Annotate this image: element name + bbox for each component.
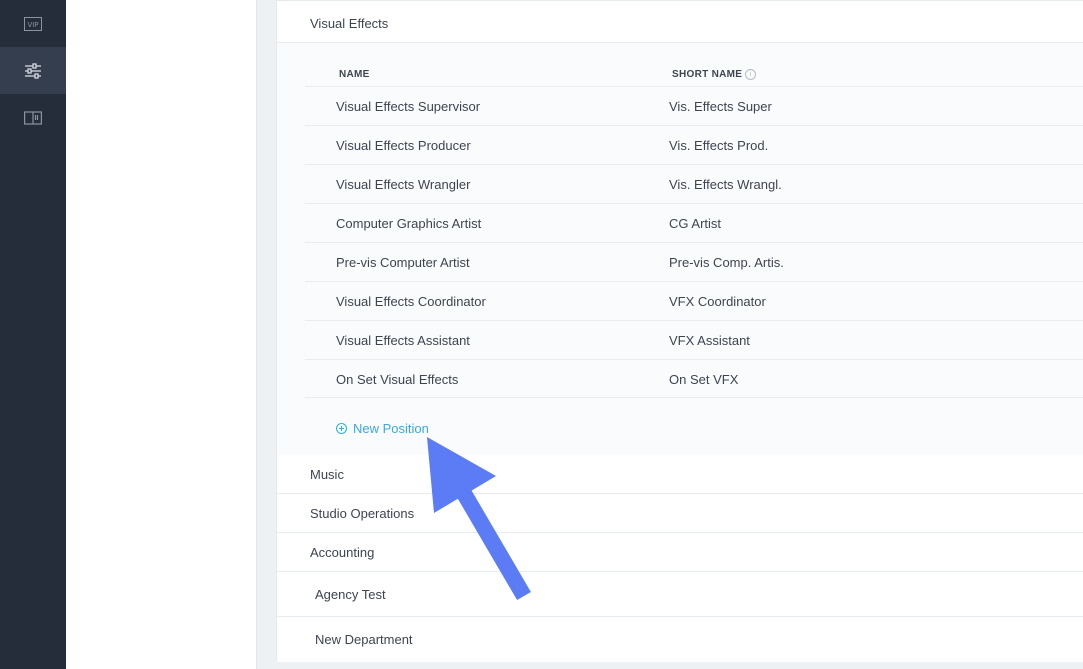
table-row[interactable]: Visual Effects Assistant VFX Assistant <box>305 320 1083 359</box>
department-label: Accounting <box>310 544 375 560</box>
position-short-name: Vis. Effects Super <box>669 99 772 114</box>
column-header-short-name: SHORT NAME i <box>672 69 757 81</box>
vip-badge-icon: VIP <box>24 16 42 31</box>
department-row-agency-test[interactable]: Agency Test <box>277 572 1083 617</box>
sliders-icon <box>25 62 41 79</box>
secondary-panel <box>66 0 257 669</box>
position-name: Visual Effects Coordinator <box>336 294 486 309</box>
book-icon <box>24 110 42 125</box>
position-short-name: Vis. Effects Prod. <box>669 138 769 153</box>
department-row-accounting[interactable]: Accounting <box>277 533 1083 572</box>
table-row[interactable]: On Set Visual Effects On Set VFX <box>305 359 1083 398</box>
position-name: Visual Effects Producer <box>336 138 471 153</box>
vip-badge-text: VIP <box>27 21 38 29</box>
department-row-new-department[interactable]: New Department <box>277 617 1083 662</box>
info-icon[interactable]: i <box>745 69 757 80</box>
position-short-name: CG Artist <box>669 216 722 231</box>
department-label: Studio Operations <box>310 505 415 521</box>
department-label: Music <box>310 466 344 482</box>
table-row[interactable]: Visual Effects Coordinator VFX Coordinat… <box>305 281 1083 320</box>
position-name: Computer Graphics Artist <box>336 216 482 231</box>
new-position-label: New Position <box>353 421 429 436</box>
position-short-name: On Set VFX <box>669 372 739 387</box>
department-row-music[interactable]: Music <box>277 455 1083 494</box>
plus-circle-icon <box>336 423 347 434</box>
position-name: On Set Visual Effects <box>336 372 459 387</box>
departments-card: Visual Effects NAME SHORT NAME i Visual E… <box>276 0 1083 662</box>
table-row[interactable]: Visual Effects Supervisor Vis. Effects S… <box>305 86 1083 125</box>
app-icon-rail: VIP <box>0 0 66 669</box>
position-name: Pre-vis Computer Artist <box>336 255 470 270</box>
position-short-name: Vis. Effects Wrangl. <box>669 177 782 192</box>
table-row[interactable]: Pre-vis Computer Artist Pre-vis Comp. Ar… <box>305 242 1083 281</box>
position-short-name: Pre-vis Comp. Artis. <box>669 255 784 270</box>
rail-item-guide[interactable] <box>0 94 66 141</box>
table-row[interactable]: Visual Effects Producer Vis. Effects Pro… <box>305 125 1083 164</box>
position-name: Visual Effects Supervisor <box>336 99 481 114</box>
position-name: Visual Effects Assistant <box>336 333 470 348</box>
table-row[interactable]: Computer Graphics Artist CG Artist <box>305 203 1083 242</box>
department-row-visual-effects[interactable]: Visual Effects <box>277 4 1083 43</box>
rail-item-settings[interactable] <box>0 47 66 94</box>
department-label: Agency Test <box>315 586 386 602</box>
column-header-short-name-label: SHORT NAME <box>672 69 743 81</box>
department-row-studio-operations[interactable]: Studio Operations <box>277 494 1083 533</box>
new-position-button[interactable]: New Position <box>336 421 429 436</box>
position-name: Visual Effects Wrangler <box>336 177 471 192</box>
rail-item-vip[interactable]: VIP <box>0 0 66 47</box>
positions-panel: NAME SHORT NAME i Visual Effects Supervis… <box>277 43 1083 455</box>
department-label: New Department <box>315 632 413 647</box>
table-row[interactable]: Visual Effects Wrangler Vis. Effects Wra… <box>305 164 1083 203</box>
column-header-name: NAME <box>339 69 370 80</box>
position-short-name: VFX Coordinator <box>669 294 766 309</box>
position-short-name: VFX Assistant <box>669 333 750 348</box>
department-title: Visual Effects <box>310 15 389 31</box>
